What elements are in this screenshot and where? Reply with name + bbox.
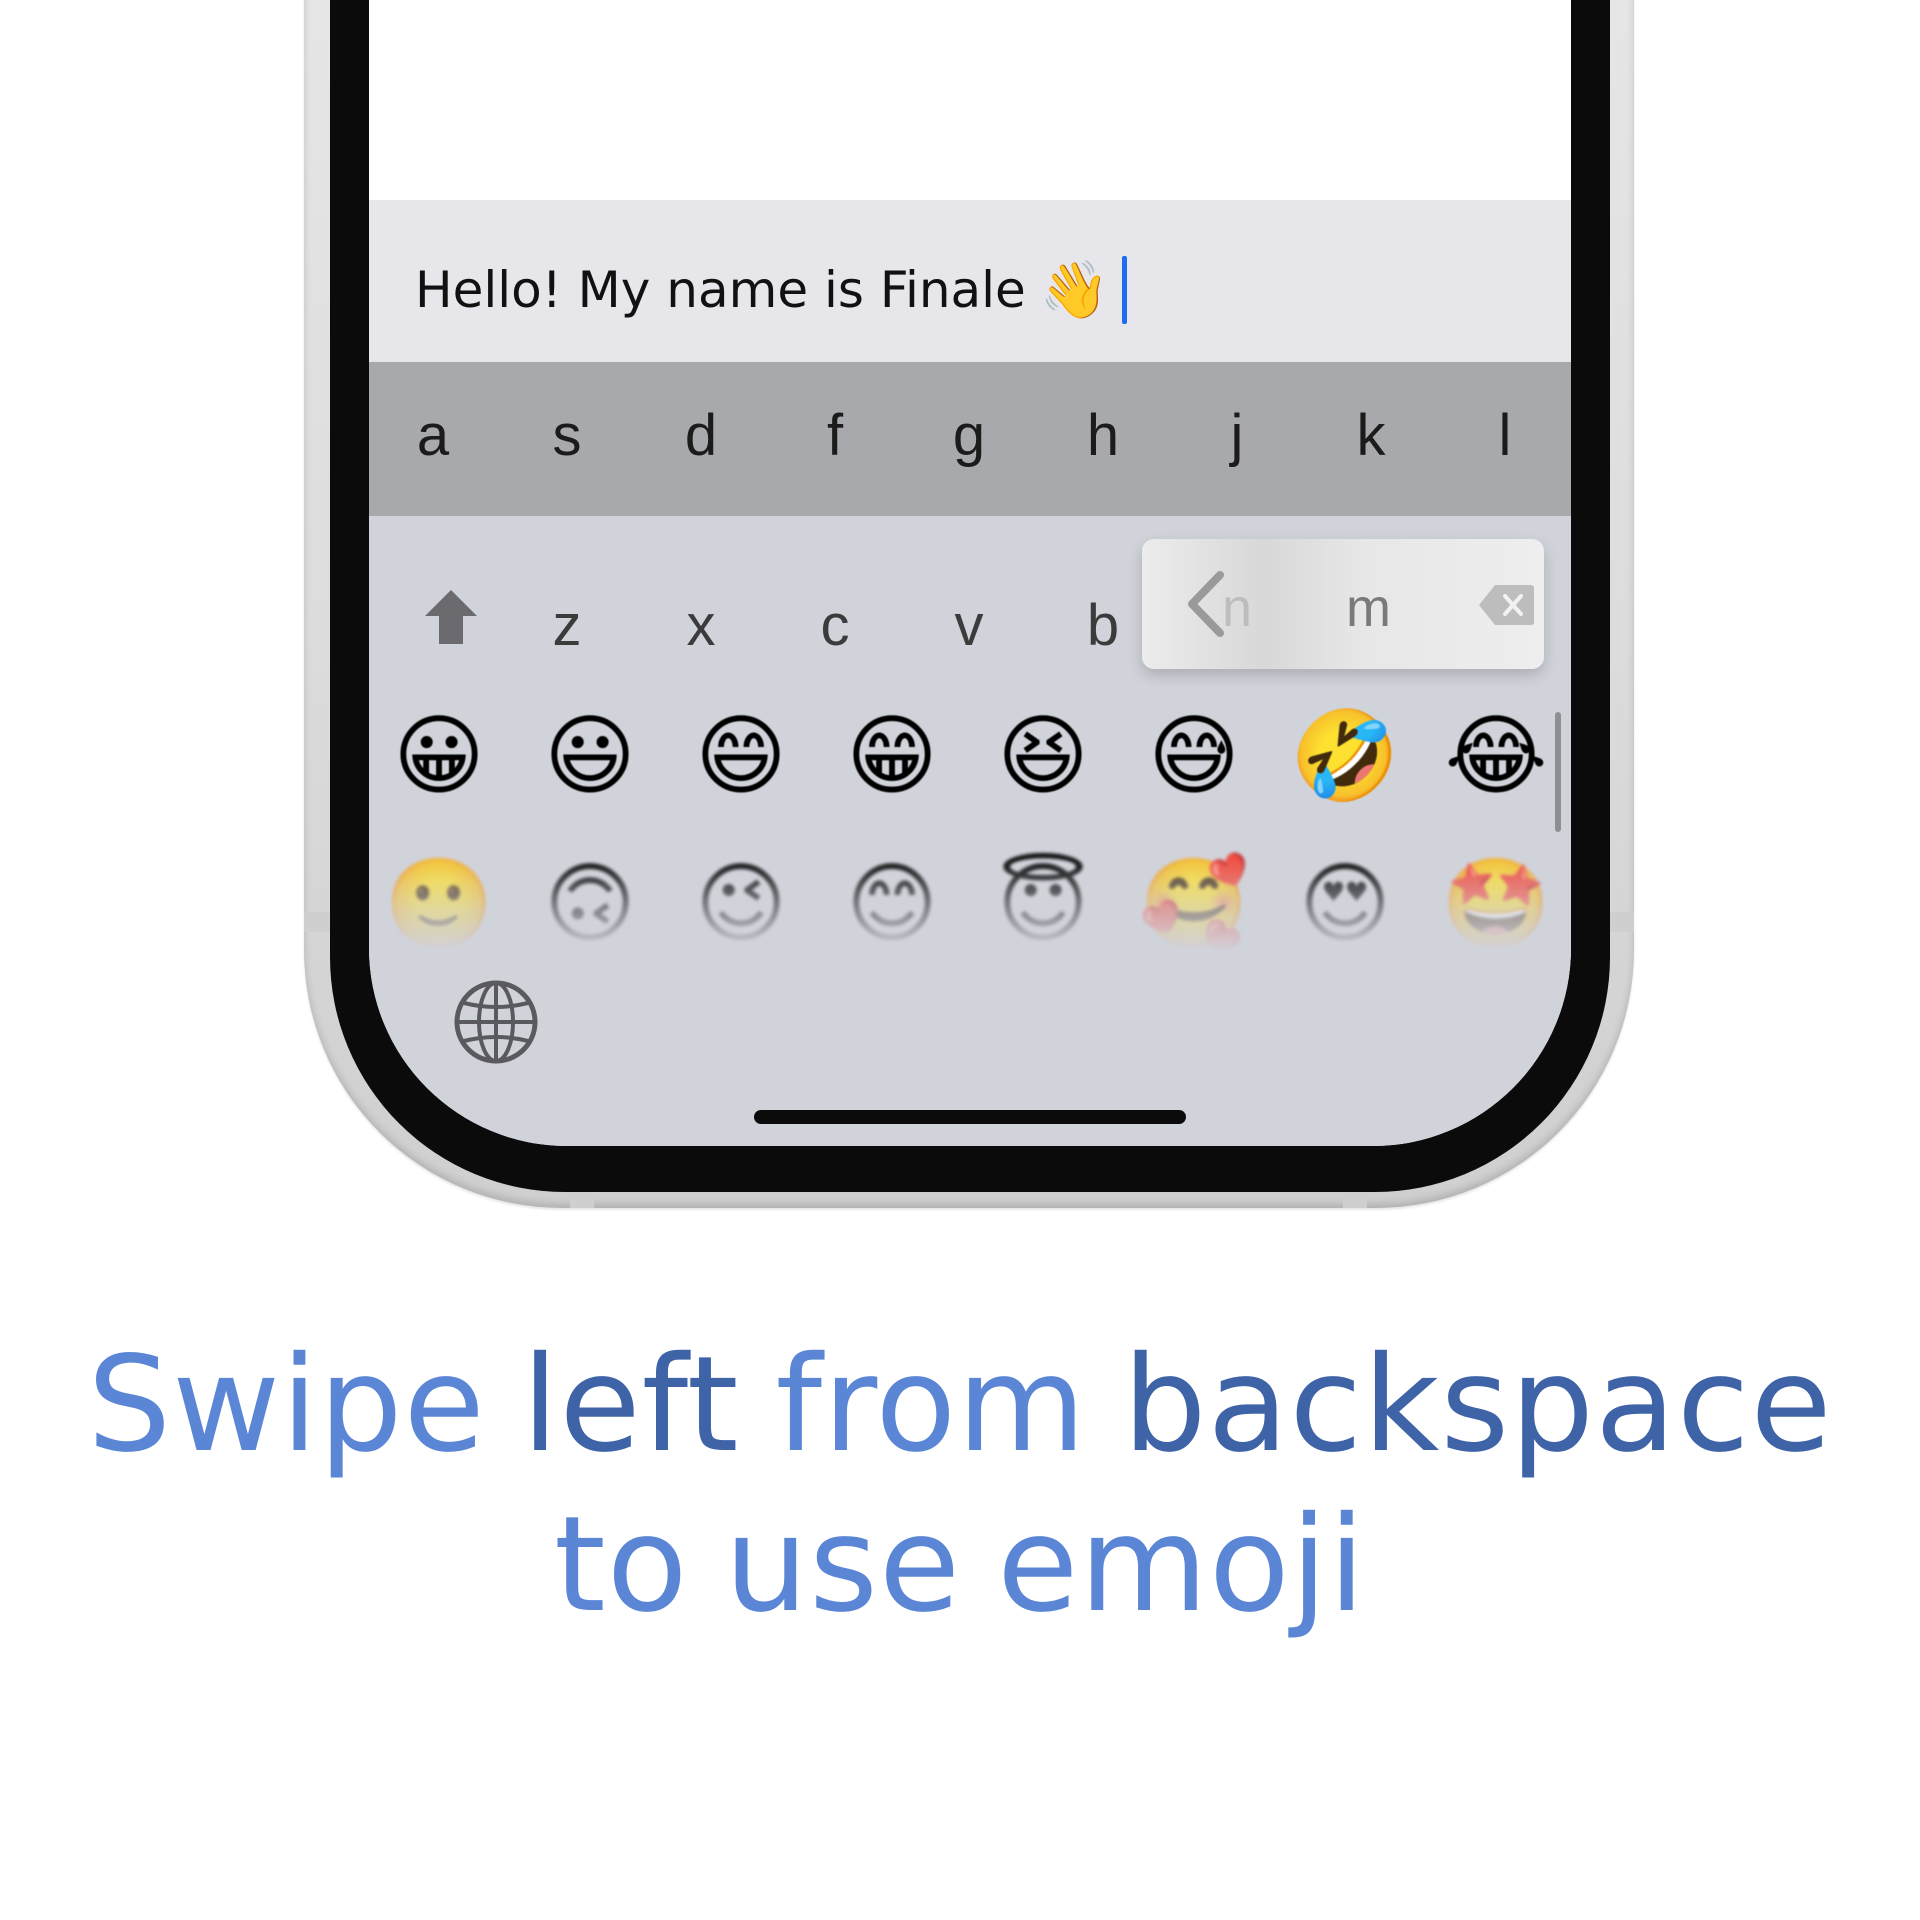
keyboard: a s d f g h j k l z x c v b n m 😀 😃 😄 😁 … xyxy=(369,362,1571,1146)
key-h[interactable]: h xyxy=(1058,402,1148,469)
key-m[interactable]: m xyxy=(1346,577,1391,639)
phone-side-band-left xyxy=(304,912,330,932)
caption-word: Swipe xyxy=(87,1328,486,1482)
emoji-grid: 😀 😃 😄 😁 😆 😅 🤣 😂 🙂 🙃 😉 😊 😇 🥰 😍 🤩 xyxy=(369,692,1571,952)
waving-hand-emoji: 👋 xyxy=(1039,258,1110,323)
text-cursor xyxy=(1121,256,1127,324)
up-arrow-icon[interactable] xyxy=(419,582,483,652)
key-s[interactable]: s xyxy=(522,402,612,469)
emoji-cell[interactable]: 😃 xyxy=(544,712,636,800)
emoji-scroll-indicator[interactable] xyxy=(1555,712,1561,832)
emoji-cell[interactable]: 😁 xyxy=(846,712,938,800)
home-indicator[interactable] xyxy=(754,1110,1186,1124)
phone-side-band-right xyxy=(1608,912,1634,932)
key-a[interactable]: a xyxy=(388,402,478,469)
caption-word: backspace xyxy=(1122,1328,1833,1482)
caption-word: use xyxy=(724,1488,962,1642)
caption-word: to xyxy=(553,1488,689,1642)
message-input-bar[interactable]: Hello! My name is Finale 👋 xyxy=(369,200,1571,362)
globe-icon[interactable] xyxy=(451,977,541,1067)
caption-word: emoji xyxy=(997,1488,1367,1642)
emoji-cell[interactable]: 😂 xyxy=(1445,712,1548,800)
key-g[interactable]: g xyxy=(924,402,1014,469)
message-input-text: Hello! My name is Finale xyxy=(415,261,1026,319)
key-k[interactable]: k xyxy=(1326,402,1416,469)
caption-line-1: Swipe left from backspace xyxy=(0,1328,1920,1482)
backspace-icon[interactable] xyxy=(1477,583,1535,627)
phone-screen: Hello! My name is Finale 👋 a s d f g h j… xyxy=(369,0,1571,1146)
message-area xyxy=(369,0,1571,200)
caption-word: from xyxy=(775,1328,1087,1482)
key-c[interactable]: c xyxy=(790,592,880,659)
caption-word: left xyxy=(521,1328,740,1482)
key-f[interactable]: f xyxy=(790,402,880,469)
key-n[interactable]: n xyxy=(1222,577,1252,639)
key-x[interactable]: x xyxy=(656,592,746,659)
backspace-swipe-popup[interactable]: n m xyxy=(1142,539,1544,669)
caption-line-2: to use emoji xyxy=(0,1488,1920,1642)
key-b[interactable]: b xyxy=(1058,592,1148,659)
key-l[interactable]: l xyxy=(1460,402,1550,469)
key-v[interactable]: v xyxy=(924,592,1014,659)
key-z[interactable]: z xyxy=(522,592,612,659)
emoji-fade-overlay xyxy=(369,860,1571,952)
emoji-cell[interactable]: 😆 xyxy=(997,712,1089,800)
emoji-cell[interactable]: 😄 xyxy=(695,712,787,800)
emoji-cell[interactable]: 🤣 xyxy=(1290,712,1400,800)
key-j[interactable]: j xyxy=(1192,402,1282,469)
key-d[interactable]: d xyxy=(656,402,746,469)
emoji-cell[interactable]: 😀 xyxy=(393,712,485,800)
message-input[interactable]: Hello! My name is Finale 👋 xyxy=(415,256,1127,324)
emoji-cell[interactable]: 😅 xyxy=(1148,712,1240,800)
